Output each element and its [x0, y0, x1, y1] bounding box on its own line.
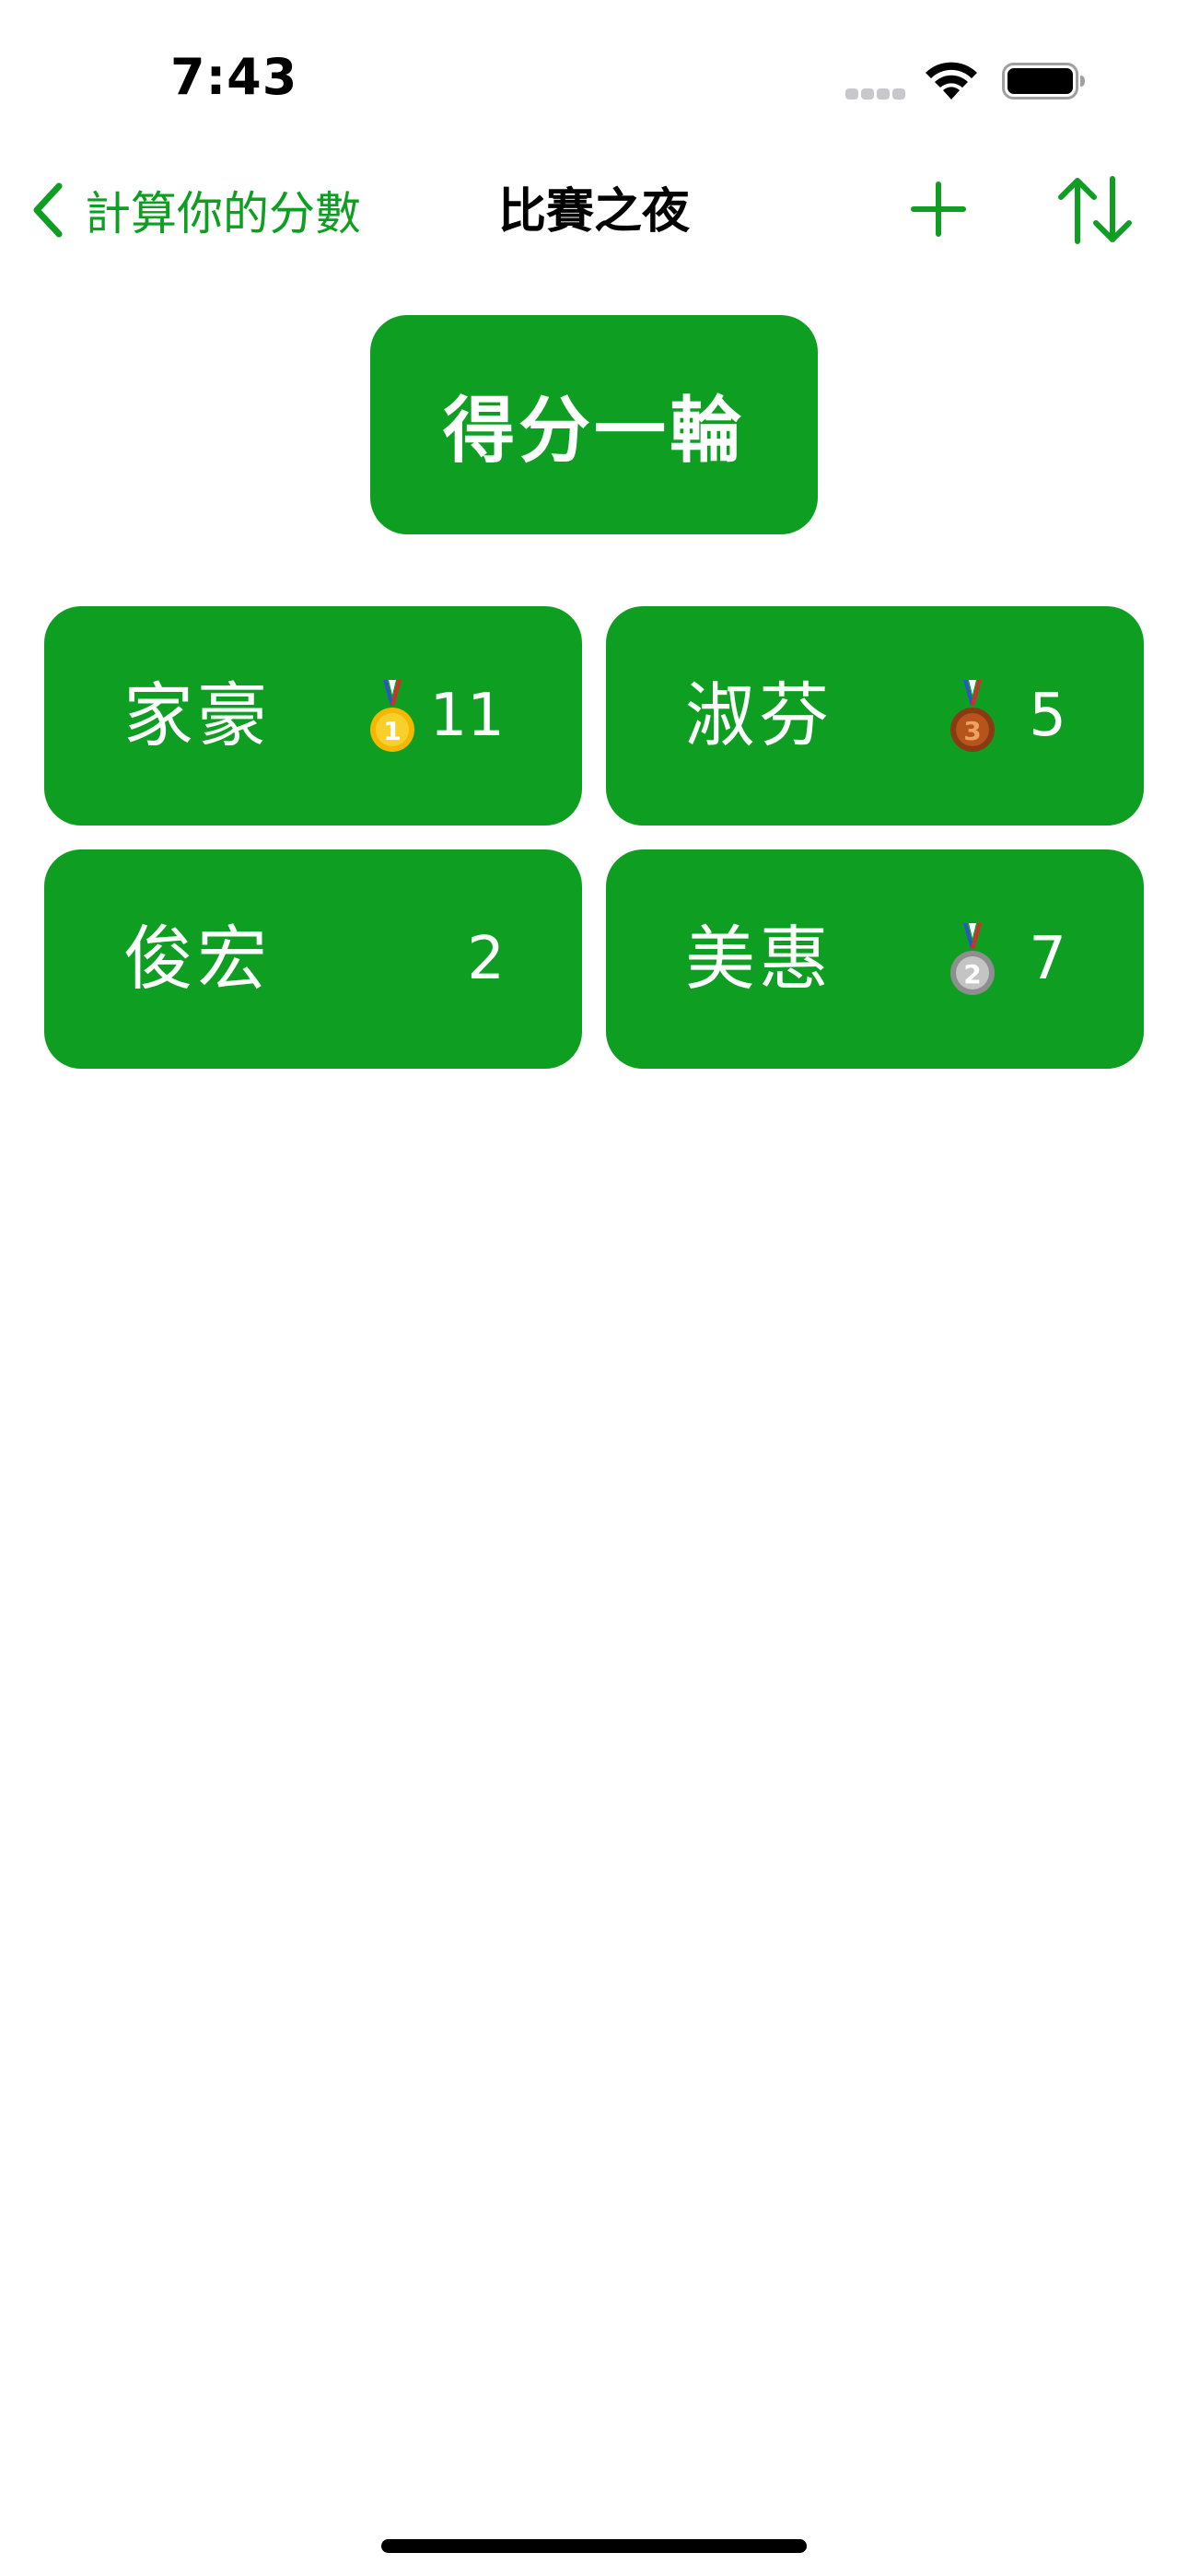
player-card[interactable]: 俊宏 2: [44, 849, 582, 1069]
svg-text:2: 2: [963, 959, 981, 989]
player-card[interactable]: 淑芬 3 5: [606, 606, 1144, 825]
chevron-left-icon: [33, 182, 63, 238]
back-button[interactable]: 計算你的分數: [29, 173, 361, 247]
player-card[interactable]: 美惠 2 7: [606, 849, 1144, 1069]
page-title: 比賽之夜: [497, 184, 690, 240]
svg-text:1: 1: [383, 716, 401, 746]
player-score: 2: [467, 925, 505, 993]
player-score: 5: [1029, 682, 1066, 750]
plus-icon[interactable]: [910, 181, 967, 238]
cellular-signal-icon: [845, 88, 906, 100]
gold-medal-icon: 1: [370, 680, 414, 752]
player-name: 家豪: [123, 674, 271, 756]
player-name: 俊宏: [123, 918, 271, 1000]
silver-medal-icon: 2: [950, 923, 995, 995]
back-button-label: 計算你的分數: [85, 187, 361, 240]
bronze-medal-icon: 3: [950, 680, 995, 752]
svg-text:3: 3: [963, 716, 981, 746]
player-score: 11: [429, 682, 505, 750]
player-card[interactable]: 家豪 1 11: [44, 606, 582, 825]
player-name: 淑芬: [685, 674, 833, 756]
player-score: 7: [1029, 925, 1066, 993]
status-bar: 7:43: [0, 0, 1188, 157]
score-round-button[interactable]: 得分一輪: [370, 315, 818, 534]
player-name: 美惠: [685, 918, 833, 1000]
battery-icon: [1002, 63, 1085, 100]
status-time: 7:43: [170, 48, 298, 106]
sort-arrows-icon[interactable]: [1057, 175, 1133, 245]
wifi-icon: [926, 62, 977, 100]
home-indicator[interactable]: [381, 2539, 807, 2553]
